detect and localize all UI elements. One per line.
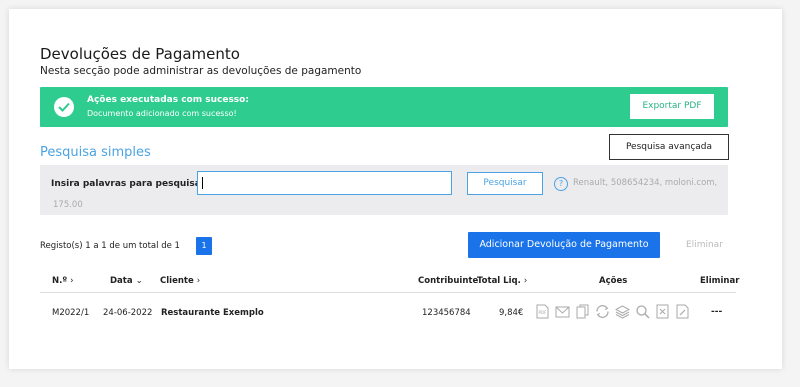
add-payment-return-button[interactable]: Adicionar Devolução de Pagamento (468, 232, 660, 258)
check-icon (54, 97, 74, 117)
cell-client[interactable]: Restaurante Exemplo (161, 308, 264, 318)
cell-total: 9,84€ (499, 308, 524, 318)
row-actions: PDF (534, 303, 691, 321)
pagination-page-1[interactable]: 1 (196, 237, 212, 255)
table-header-divider (40, 292, 736, 293)
row-delete-control[interactable]: --- (711, 307, 722, 317)
search-icon[interactable] (634, 303, 651, 320)
export-pdf-button[interactable]: Exportar PDF (630, 94, 714, 119)
search-hint-continued: 175.00 (53, 200, 83, 210)
help-icon[interactable]: ? (554, 177, 568, 191)
cancel-document-icon[interactable] (654, 303, 671, 320)
edit-document-icon[interactable] (674, 303, 691, 320)
advanced-search-button[interactable]: Pesquisa avançada (609, 134, 729, 160)
chevron-down-icon: ⌄ (135, 276, 143, 286)
convert-icon[interactable] (594, 303, 611, 320)
delete-selected-link[interactable]: Eliminar (686, 240, 723, 250)
search-input[interactable] (197, 171, 452, 195)
layers-icon[interactable] (614, 303, 631, 320)
cell-date: 24-06-2022 (103, 308, 153, 318)
column-date[interactable]: Data ⌄ (110, 276, 143, 286)
pdf-icon[interactable]: PDF (534, 303, 551, 320)
chevron-right-icon: › (196, 276, 201, 286)
column-client[interactable]: Cliente › (160, 276, 200, 286)
search-button[interactable]: Pesquisar (467, 172, 543, 195)
column-delete: Eliminar (700, 276, 740, 286)
email-icon[interactable] (554, 303, 571, 320)
success-alert: Ações executadas com sucesso: Documento … (40, 87, 728, 127)
records-count: Registo(s) 1 a 1 de um total de 1 (40, 241, 180, 251)
column-taxpayer[interactable]: Contribuinte (418, 276, 478, 286)
copy-icon[interactable] (574, 303, 591, 320)
search-hint: Renault, 508654234, moloni.com, (573, 178, 718, 188)
page-subtitle: Nesta secção pode administrar as devoluç… (40, 65, 362, 77)
column-total[interactable]: Total Liq. › (477, 276, 527, 286)
alert-message: Documento adicionado com sucesso! (87, 109, 237, 118)
search-label: Insira palavras para pesquisar (51, 179, 206, 189)
column-actions: Ações (599, 276, 628, 286)
search-panel: Insira palavras para pesquisar Pesquisar… (40, 165, 728, 215)
column-number[interactable]: N.º › (52, 276, 74, 286)
svg-text:PDF: PDF (539, 310, 547, 315)
chevron-right-icon: › (523, 276, 528, 286)
simple-search-title: Pesquisa simples (40, 145, 151, 160)
cell-number[interactable]: M2022/1 (52, 308, 89, 318)
cell-taxpayer: 123456784 (422, 308, 471, 318)
page-title: Devoluções de Pagamento (40, 45, 240, 63)
chevron-right-icon: › (70, 276, 74, 286)
alert-title: Ações executadas com sucesso: (87, 95, 249, 105)
